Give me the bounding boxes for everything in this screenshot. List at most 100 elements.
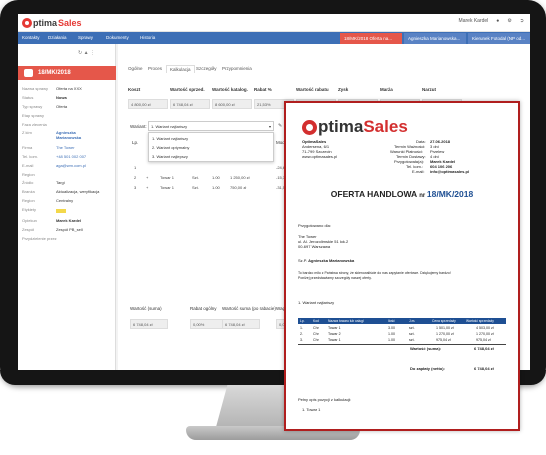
variant-select[interactable]: 1. Wariant najtańszy ▾ [148,121,274,131]
variant-option[interactable]: 1. Wariant najtańszy [152,136,188,141]
item-name: Towar 1 [328,326,341,330]
field-label: Źródło [22,180,34,185]
summary-label: Wartość (suma) [130,306,162,311]
nav-history[interactable]: Historia [140,35,155,40]
variant-dropdown-list: 1. Wariant najtańszy 2. Wariant optymaln… [148,132,274,162]
open-tab-contact[interactable]: Agnieszka Marianowska... [404,33,466,44]
item-name: Towar 2 [328,332,341,336]
field-value: Marek Kardel [56,218,82,223]
item-value: 975,04 zł [476,338,491,342]
item-qty: 1.00 [388,332,395,336]
col-header-lp: Lp. [132,140,139,145]
user-icon[interactable]: ● [496,18,499,24]
item-value: 1 270,00 zł [476,332,494,336]
seller-website: www.optimasales.pl [302,154,338,159]
item-code: Chr [313,338,319,342]
th-name: Nazwa towaru lub usługi [328,319,364,323]
payable-value: 6 748,04 zł [474,366,494,371]
row-name: Towar 1 [160,175,175,180]
field-label: Zespół [22,227,35,232]
kpi-value: 8 600,00 zł [212,99,252,109]
variant-option[interactable]: 3. Wariant najlepszy [152,154,188,159]
user-menu[interactable]: Marek Kardel ● ⚙ ➲ [459,18,524,24]
chevron-down-icon: ▾ [268,124,271,129]
field-label: Tel. kom. [22,154,39,159]
field-label: Nazwa sprawy [22,86,49,91]
row-lp: 2 [134,175,137,180]
field-label: Etykiety [22,207,37,212]
logo-circle-icon [302,119,317,135]
field-value[interactable]: Agnieszka Marianowska [56,130,90,140]
variant-select-value: 1. Wariant najtańszy [151,124,188,129]
variant-heading: 1. Wariant najtańszy [298,300,335,305]
field-value[interactable]: +48 501 002 007 [56,154,86,159]
case-sidebar: ↻ ▲ ⋮ 18/MK/2018 Nazwa sprawy Oferta na X… [18,44,116,370]
row-lp: 3 [134,185,137,190]
main-navigation: Kontakty Działania Sprawy Dokumenty Hist… [18,32,530,44]
meta-label: E-mail: [412,169,425,174]
edit-icon[interactable]: ✎ [278,123,282,129]
add-icon[interactable]: + [146,175,148,180]
extra-item: 1. Towar 1 [302,407,321,412]
kpi-label: Rabat % [254,87,272,92]
nav-cases[interactable]: Sprawy [78,35,93,40]
tab-reminders[interactable]: Przypomnienia [222,66,252,71]
item-price: 975,04 zł [436,338,451,342]
item-value: 4 503,00 zł [476,326,494,330]
extra-heading: Pełny opis pozycji z kalkulacji: [298,397,352,402]
row-lp: 1 [134,165,137,170]
tab-process[interactable]: Proces [148,66,162,71]
payable-label: Do zapłaty (netto): [410,366,445,371]
item-price: 1 270,00 zł [436,332,454,336]
tab-general[interactable]: Ogólne [128,66,143,71]
field-label: Opiekun [22,218,37,223]
field-value: Oferta na XXX [56,86,82,91]
field-value[interactable]: aga@wm.com.pl [56,163,86,168]
document-title: OFERTA HANDLOWA nr 18/MK/2018 [330,189,474,199]
total-label: Wartość (suma): [410,346,442,351]
kpi-label: Koszt [128,87,141,92]
kpi-label: Wartość katalog. [212,87,248,92]
add-icon[interactable]: + [146,185,148,190]
th-qty: Ilość [388,319,395,323]
app-logo[interactable]: ptima Sales [22,17,82,29]
offer-document: ptima Sales OptimaSales Andersena, 6/1 71… [284,101,520,431]
open-tab-offer[interactable]: 18/MK/2018 Oferta na... [340,33,402,44]
field-label: Faza zlecenia [22,122,47,127]
kpi-label: Wartość rabatu [296,87,329,92]
kpi-label: Zysk [338,87,349,92]
nav-documents[interactable]: Dokumenty [106,35,129,40]
nav-contacts[interactable]: Kontakty [22,35,40,40]
field-label: Firma [22,145,33,150]
gear-icon[interactable]: ⚙ [507,18,511,24]
user-name[interactable]: Marek Kardel [459,18,489,24]
item-name: Towar 1 [328,338,341,342]
kpi-value: 6 748,04 zł [170,99,210,109]
th-code: Kod [313,319,319,323]
case-icon [24,69,33,77]
nav-activities[interactable]: Działania [48,35,67,40]
field-value: Oferta [56,104,68,109]
open-tab-company[interactable]: Kierunek Fotodal (NP od... [468,33,530,44]
field-label: Region [22,172,35,177]
tab-details[interactable]: Szczegóły [196,66,217,71]
sidebar-toolbar[interactable]: ↻ ▲ ⋮ [78,50,95,56]
item-lp: 3. [300,338,303,342]
field-label: Region [22,198,35,203]
summary-label: Rabat ogólny [190,306,217,311]
th-price: Cena sprzedaży [432,319,456,323]
prepared-for-label: Przygotowano dla: [298,223,331,228]
th-value: Wartość sprzedaży [466,319,494,323]
item-code: Chr [313,326,319,330]
row-unit: Szt. [192,185,199,190]
summary-value: 6 748,04 zł [130,319,168,329]
variant-option[interactable]: 2. Wariant optymalny [152,145,189,150]
field-value: Nowa [56,95,67,100]
field-value: Zespół PB_sell [56,227,83,232]
row-price: 1 250,00 zł [230,175,250,180]
item-qty: 3.00 [388,326,395,330]
tab-calculation[interactable]: Kalkulacja [166,65,195,73]
field-value[interactable]: The Tower [56,145,75,150]
logout-icon[interactable]: ➲ [520,18,524,24]
document-logo: ptima Sales [302,117,408,137]
